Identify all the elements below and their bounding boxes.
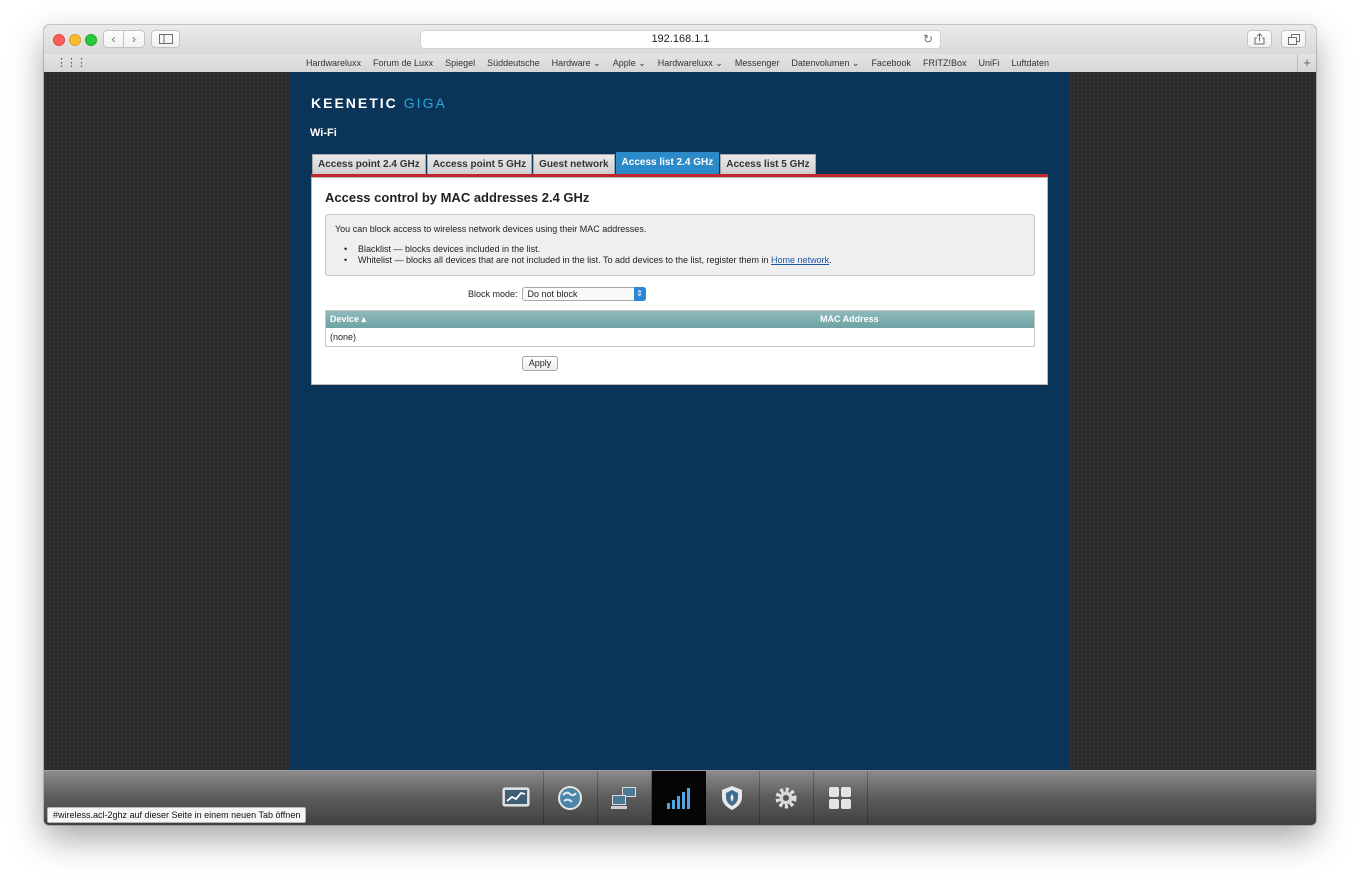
bookmark-item[interactable]: Hardwareluxx ⌄ <box>658 54 723 72</box>
reload-icon[interactable]: ↻ <box>923 31 933 48</box>
minimize-window-button[interactable] <box>69 34 81 46</box>
table-row: (none) <box>326 328 1034 346</box>
bookmark-list: Hardwareluxx Forum de Luxx Spiegel Süddeuts… <box>306 54 1061 72</box>
logo-main: KEENETIC <box>311 95 398 111</box>
wifi-signal-icon <box>667 788 690 809</box>
bookmark-item[interactable]: Süddeutsche <box>487 54 540 72</box>
share-icon <box>1254 33 1265 45</box>
apps-grid-icon <box>829 787 851 809</box>
nav-item-internet[interactable] <box>544 771 598 825</box>
page-viewport: KEENETIC GIGA Wi-Fi Access point 2.4 GHz A… <box>44 72 1316 770</box>
bookmark-item[interactable]: Facebook <box>871 54 911 72</box>
whitelist-suffix: . <box>829 255 832 265</box>
logo-model: GIGA <box>403 95 447 111</box>
monitor-chart-icon <box>502 787 530 807</box>
show-tabs-button[interactable] <box>1281 30 1306 48</box>
nav-item-security[interactable] <box>706 771 760 825</box>
bookmark-item[interactable]: Messenger <box>735 54 780 72</box>
bookmark-item[interactable]: UniFi <box>978 54 999 72</box>
globe-icon <box>558 786 582 810</box>
bookmark-item[interactable]: Spiegel <box>445 54 475 72</box>
block-mode-value: Do not block <box>527 288 578 299</box>
tab-access-list-2-4-ghz[interactable]: Access list 2.4 GHz <box>615 152 720 174</box>
shield-icon <box>722 786 742 810</box>
bookmark-item[interactable]: Luftdaten <box>1012 54 1050 72</box>
url-text: 192.168.1.1 <box>651 33 710 45</box>
device-table: Device ▴ MAC Address (none) <box>325 310 1035 347</box>
sidebar-icon <box>158 34 173 44</box>
info-box: You can block access to wireless network… <box>325 214 1035 276</box>
forward-button[interactable]: › <box>124 30 145 48</box>
tab-access-point-5-ghz[interactable]: Access point 5 GHz <box>426 154 533 174</box>
block-mode-row: Block mode: Do not block ⇕ <box>468 286 646 301</box>
bookmark-item[interactable]: Hardwareluxx <box>306 54 361 72</box>
bookmark-item[interactable]: Datenvolumen ⌄ <box>791 54 859 72</box>
whitelist-text: Whitelist — blocks all devices that are … <box>358 255 772 265</box>
apply-button[interactable]: Apply <box>522 356 558 371</box>
nav-item-monitor[interactable] <box>490 771 544 825</box>
column-header-device[interactable]: Device ▴ <box>330 311 366 328</box>
bookmarks-bar: ⋮⋮⋮ Hardwareluxx Forum de Luxx Spiegel Südd… <box>44 54 1316 73</box>
bookmark-item[interactable]: Forum de Luxx <box>373 54 433 72</box>
tabs-overview-icon <box>1287 34 1300 45</box>
info-intro-text: You can block access to wireless network… <box>335 224 647 234</box>
gear-icon <box>775 787 797 809</box>
select-arrows-icon: ⇕ <box>633 286 646 301</box>
back-button[interactable]: ‹ <box>103 30 124 48</box>
column-header-mac[interactable]: MAC Address <box>820 311 879 328</box>
page-title: Wi-Fi <box>310 127 337 139</box>
chevron-right-icon: › <box>132 32 136 46</box>
blacklist-text: Blacklist — blocks devices included in t… <box>358 244 541 254</box>
bookmark-item[interactable]: Apple ⌄ <box>613 54 646 72</box>
nav-item-apps[interactable] <box>814 771 868 825</box>
block-mode-label: Block mode: <box>468 288 518 299</box>
new-tab-plus-icon[interactable]: + <box>1297 54 1316 72</box>
tab-guest-network[interactable]: Guest network <box>533 154 615 174</box>
keenetic-logo: KEENETIC GIGA <box>311 95 447 111</box>
network-computers-icon <box>611 787 636 809</box>
info-list: • Blacklist — blocks devices included in … <box>336 244 832 266</box>
router-page: KEENETIC GIGA Wi-Fi Access point 2.4 GHz A… <box>290 72 1069 770</box>
close-window-button[interactable] <box>53 34 65 46</box>
bookmark-item[interactable]: FRITZ!Box <box>923 54 967 72</box>
access-control-panel: Access control by MAC addresses 2.4 GHz … <box>311 177 1048 385</box>
chevron-left-icon: ‹ <box>111 32 116 46</box>
home-network-link[interactable]: Home network <box>771 255 829 265</box>
address-bar[interactable]: 192.168.1.1 ↻ <box>420 30 941 49</box>
block-mode-select[interactable]: Do not block ⇕ <box>521 286 646 301</box>
nav-item-system[interactable] <box>760 771 814 825</box>
bullet-icon: • <box>344 255 348 265</box>
nav-item-home-network[interactable] <box>598 771 652 825</box>
nav-item-wifi[interactable] <box>652 771 706 825</box>
zoom-window-button[interactable] <box>85 34 97 46</box>
bookmark-item[interactable]: Hardware ⌄ <box>552 54 601 72</box>
status-bar-url: #wireless.acl-2ghz auf dieser Seite in e… <box>47 807 307 823</box>
table-header: Device ▴ MAC Address <box>326 311 1034 328</box>
panel-title: Access control by MAC addresses 2.4 GHz <box>325 190 590 205</box>
tab-access-point-2-4-ghz[interactable]: Access point 2.4 GHz <box>312 154 426 174</box>
list-item: • Blacklist — blocks devices included in … <box>336 244 832 255</box>
bullet-icon: • <box>344 244 348 254</box>
tab-access-list-5-ghz[interactable]: Access list 5 GHz <box>720 154 816 174</box>
browser-titlebar: ‹ › 192.168.1.1 ↻ <box>44 25 1316 55</box>
browser-window: ‹ › 192.168.1.1 ↻ ⋮⋮⋮ Hardwareluxx Forum … <box>44 25 1316 825</box>
wifi-tabs: Access point 2.4 GHz Access point 5 GHz Gu… <box>312 152 817 174</box>
share-button[interactable] <box>1247 30 1272 48</box>
top-sites-grid-icon[interactable]: ⋮⋮⋮ <box>56 56 87 69</box>
list-item: • Whitelist — blocks all devices that are… <box>336 255 832 266</box>
sidebar-toggle-button[interactable] <box>151 30 180 48</box>
